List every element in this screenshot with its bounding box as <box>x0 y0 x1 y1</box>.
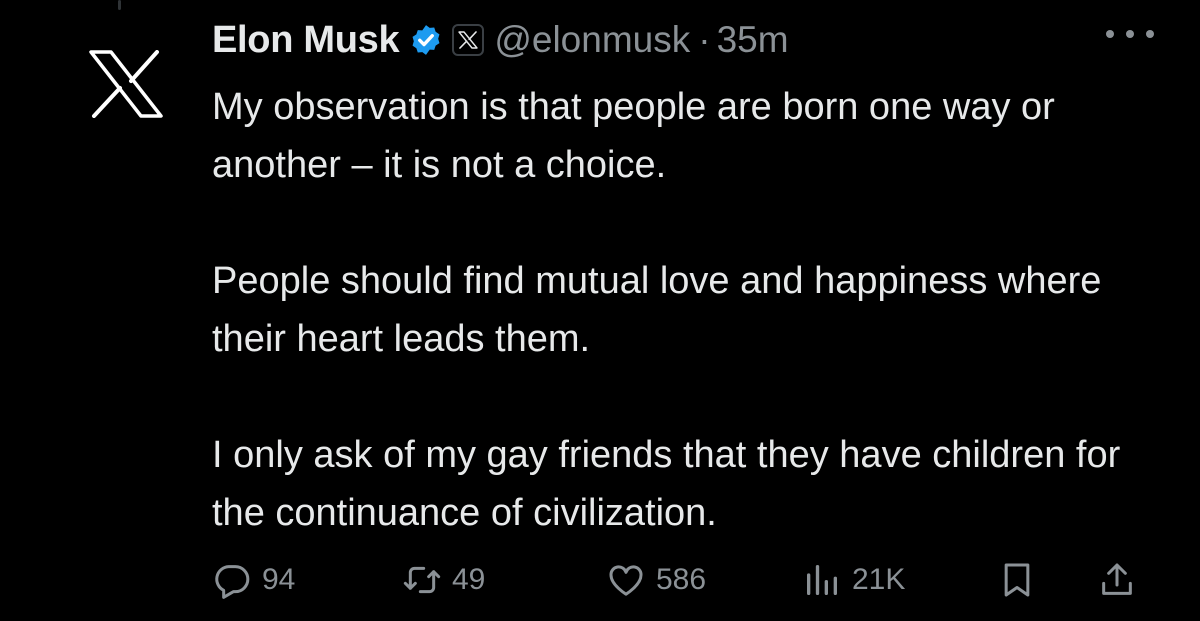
more-dot <box>1126 30 1134 38</box>
x-logo-icon <box>89 50 163 118</box>
action-bar: 94 49 586 21K <box>212 552 1152 608</box>
more-dot <box>1106 30 1114 38</box>
reply-button[interactable]: 94 <box>212 552 295 608</box>
avatar[interactable] <box>86 44 166 124</box>
like-icon <box>609 565 643 596</box>
x-affiliation-icon[interactable] <box>452 24 485 56</box>
share-button[interactable] <box>1097 552 1137 608</box>
bookmark-icon <box>1004 563 1030 597</box>
tweet-paragraph: People should find mutual love and happi… <box>212 260 1102 360</box>
repost-button[interactable]: 49 <box>402 552 485 608</box>
timestamp[interactable]: 35m <box>717 19 789 61</box>
tweet-paragraph: My observation is that people are born o… <box>212 86 1055 186</box>
views-count: 21K <box>852 563 906 596</box>
thread-connector-line <box>118 0 121 10</box>
author-handle[interactable]: @elonmusk <box>494 19 690 61</box>
share-icon <box>1102 563 1132 595</box>
separator-dot: · <box>698 19 711 60</box>
tweet-header: Elon Musk @elonmusk · 35m <box>212 14 789 66</box>
tweet-text: My observation is that people are born o… <box>212 78 1152 542</box>
reply-count: 94 <box>262 563 296 596</box>
views-icon <box>807 565 837 595</box>
author-name[interactable]: Elon Musk <box>212 19 400 62</box>
repost-icon <box>403 566 441 594</box>
more-dot <box>1146 30 1154 38</box>
tweet-paragraph: I only ask of my gay friends that they h… <box>212 434 1121 534</box>
more-options-icon[interactable] <box>1106 22 1154 46</box>
views-button[interactable]: 21K <box>802 552 905 608</box>
verified-badge-icon[interactable] <box>409 23 443 57</box>
repost-count: 49 <box>452 563 486 596</box>
reply-icon <box>215 565 250 599</box>
bookmark-button[interactable] <box>997 552 1037 608</box>
like-count: 586 <box>656 563 707 596</box>
like-button[interactable]: 586 <box>606 552 706 608</box>
